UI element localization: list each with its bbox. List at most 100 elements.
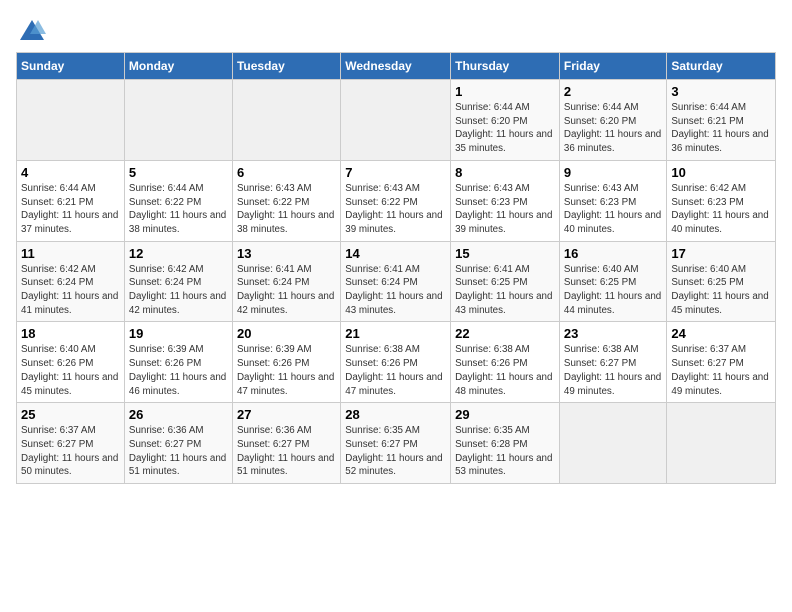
calendar-cell: 2 Sunrise: 6:44 AMSunset: 6:20 PMDaylight…: [559, 80, 666, 161]
day-info: Sunrise: 6:44 AMSunset: 6:22 PMDaylight:…: [129, 182, 228, 237]
day-info: Sunrise: 6:40 AMSunset: 6:25 PMDaylight:…: [671, 263, 771, 318]
calendar-cell: [559, 403, 666, 484]
day-info: Sunrise: 6:44 AMSunset: 6:20 PMDaylight:…: [564, 101, 662, 156]
calendar-cell: 13 Sunrise: 6:41 AMSunset: 6:24 PMDayligh…: [232, 241, 340, 322]
day-number: 7: [345, 165, 446, 180]
day-info: Sunrise: 6:44 AMSunset: 6:21 PMDaylight:…: [671, 101, 771, 156]
day-number: 18: [21, 326, 120, 341]
day-info: Sunrise: 6:42 AMSunset: 6:23 PMDaylight:…: [671, 182, 771, 237]
day-info: Sunrise: 6:41 AMSunset: 6:25 PMDaylight:…: [455, 263, 555, 318]
day-info: Sunrise: 6:42 AMSunset: 6:24 PMDaylight:…: [21, 263, 120, 318]
day-number: 16: [564, 246, 662, 261]
calendar-cell: 25 Sunrise: 6:37 AMSunset: 6:27 PMDayligh…: [17, 403, 125, 484]
day-number: 4: [21, 165, 120, 180]
day-number: 25: [21, 407, 120, 422]
calendar-cell: 17 Sunrise: 6:40 AMSunset: 6:25 PMDayligh…: [667, 241, 776, 322]
calendar-cell: 5 Sunrise: 6:44 AMSunset: 6:22 PMDaylight…: [124, 160, 232, 241]
col-header-friday: Friday: [559, 53, 666, 80]
calendar-cell: 18 Sunrise: 6:40 AMSunset: 6:26 PMDayligh…: [17, 322, 125, 403]
day-info: Sunrise: 6:43 AMSunset: 6:23 PMDaylight:…: [564, 182, 662, 237]
day-number: 14: [345, 246, 446, 261]
day-number: 29: [455, 407, 555, 422]
day-info: Sunrise: 6:37 AMSunset: 6:27 PMDaylight:…: [671, 343, 771, 398]
day-info: Sunrise: 6:43 AMSunset: 6:22 PMDaylight:…: [345, 182, 446, 237]
calendar-cell: 27 Sunrise: 6:36 AMSunset: 6:27 PMDayligh…: [232, 403, 340, 484]
day-number: 15: [455, 246, 555, 261]
calendar-week-row: 11 Sunrise: 6:42 AMSunset: 6:24 PMDayligh…: [17, 241, 776, 322]
day-number: 9: [564, 165, 662, 180]
calendar-cell: 6 Sunrise: 6:43 AMSunset: 6:22 PMDaylight…: [232, 160, 340, 241]
calendar-cell: 23 Sunrise: 6:38 AMSunset: 6:27 PMDayligh…: [559, 322, 666, 403]
col-header-sunday: Sunday: [17, 53, 125, 80]
calendar-cell: 8 Sunrise: 6:43 AMSunset: 6:23 PMDaylight…: [451, 160, 560, 241]
calendar-cell: 11 Sunrise: 6:42 AMSunset: 6:24 PMDayligh…: [17, 241, 125, 322]
logo: [16, 16, 46, 44]
day-info: Sunrise: 6:40 AMSunset: 6:26 PMDaylight:…: [21, 343, 120, 398]
calendar-cell: 21 Sunrise: 6:38 AMSunset: 6:26 PMDayligh…: [341, 322, 451, 403]
col-header-saturday: Saturday: [667, 53, 776, 80]
day-number: 21: [345, 326, 446, 341]
day-number: 12: [129, 246, 228, 261]
calendar-cell: 10 Sunrise: 6:42 AMSunset: 6:23 PMDayligh…: [667, 160, 776, 241]
day-info: Sunrise: 6:36 AMSunset: 6:27 PMDaylight:…: [129, 424, 228, 479]
day-number: 13: [237, 246, 336, 261]
day-info: Sunrise: 6:35 AMSunset: 6:27 PMDaylight:…: [345, 424, 446, 479]
calendar-cell: [17, 80, 125, 161]
day-info: Sunrise: 6:39 AMSunset: 6:26 PMDaylight:…: [129, 343, 228, 398]
day-info: Sunrise: 6:38 AMSunset: 6:26 PMDaylight:…: [345, 343, 446, 398]
calendar-week-row: 25 Sunrise: 6:37 AMSunset: 6:27 PMDayligh…: [17, 403, 776, 484]
day-number: 22: [455, 326, 555, 341]
day-info: Sunrise: 6:43 AMSunset: 6:22 PMDaylight:…: [237, 182, 336, 237]
day-info: Sunrise: 6:41 AMSunset: 6:24 PMDaylight:…: [345, 263, 446, 318]
page-header: [16, 16, 776, 44]
day-info: Sunrise: 6:35 AMSunset: 6:28 PMDaylight:…: [455, 424, 555, 479]
logo-icon: [18, 16, 46, 44]
calendar-cell: [341, 80, 451, 161]
calendar-cell: [667, 403, 776, 484]
day-info: Sunrise: 6:39 AMSunset: 6:26 PMDaylight:…: [237, 343, 336, 398]
col-header-thursday: Thursday: [451, 53, 560, 80]
day-number: 24: [671, 326, 771, 341]
day-info: Sunrise: 6:36 AMSunset: 6:27 PMDaylight:…: [237, 424, 336, 479]
calendar-cell: 29 Sunrise: 6:35 AMSunset: 6:28 PMDayligh…: [451, 403, 560, 484]
day-number: 28: [345, 407, 446, 422]
calendar-cell: 4 Sunrise: 6:44 AMSunset: 6:21 PMDaylight…: [17, 160, 125, 241]
calendar-cell: 19 Sunrise: 6:39 AMSunset: 6:26 PMDayligh…: [124, 322, 232, 403]
day-number: 23: [564, 326, 662, 341]
day-number: 27: [237, 407, 336, 422]
day-info: Sunrise: 6:43 AMSunset: 6:23 PMDaylight:…: [455, 182, 555, 237]
calendar-week-row: 18 Sunrise: 6:40 AMSunset: 6:26 PMDayligh…: [17, 322, 776, 403]
calendar-week-row: 4 Sunrise: 6:44 AMSunset: 6:21 PMDaylight…: [17, 160, 776, 241]
day-number: 17: [671, 246, 771, 261]
day-number: 5: [129, 165, 228, 180]
day-info: Sunrise: 6:37 AMSunset: 6:27 PMDaylight:…: [21, 424, 120, 479]
calendar-cell: 26 Sunrise: 6:36 AMSunset: 6:27 PMDayligh…: [124, 403, 232, 484]
day-info: Sunrise: 6:44 AMSunset: 6:20 PMDaylight:…: [455, 101, 555, 156]
day-number: 2: [564, 84, 662, 99]
day-info: Sunrise: 6:44 AMSunset: 6:21 PMDaylight:…: [21, 182, 120, 237]
day-number: 10: [671, 165, 771, 180]
day-info: Sunrise: 6:38 AMSunset: 6:26 PMDaylight:…: [455, 343, 555, 398]
day-number: 19: [129, 326, 228, 341]
calendar-week-row: 1 Sunrise: 6:44 AMSunset: 6:20 PMDaylight…: [17, 80, 776, 161]
calendar-header-row: SundayMondayTuesdayWednesdayThursdayFrid…: [17, 53, 776, 80]
day-number: 3: [671, 84, 771, 99]
calendar-cell: 1 Sunrise: 6:44 AMSunset: 6:20 PMDaylight…: [451, 80, 560, 161]
calendar-cell: 3 Sunrise: 6:44 AMSunset: 6:21 PMDaylight…: [667, 80, 776, 161]
calendar-cell: 12 Sunrise: 6:42 AMSunset: 6:24 PMDayligh…: [124, 241, 232, 322]
calendar-cell: [124, 80, 232, 161]
day-number: 26: [129, 407, 228, 422]
calendar-cell: 14 Sunrise: 6:41 AMSunset: 6:24 PMDayligh…: [341, 241, 451, 322]
col-header-monday: Monday: [124, 53, 232, 80]
day-info: Sunrise: 6:41 AMSunset: 6:24 PMDaylight:…: [237, 263, 336, 318]
calendar-cell: 28 Sunrise: 6:35 AMSunset: 6:27 PMDayligh…: [341, 403, 451, 484]
day-number: 11: [21, 246, 120, 261]
calendar-table: SundayMondayTuesdayWednesdayThursdayFrid…: [16, 52, 776, 484]
day-number: 1: [455, 84, 555, 99]
day-info: Sunrise: 6:38 AMSunset: 6:27 PMDaylight:…: [564, 343, 662, 398]
day-info: Sunrise: 6:42 AMSunset: 6:24 PMDaylight:…: [129, 263, 228, 318]
day-number: 8: [455, 165, 555, 180]
col-header-wednesday: Wednesday: [341, 53, 451, 80]
calendar-cell: 9 Sunrise: 6:43 AMSunset: 6:23 PMDaylight…: [559, 160, 666, 241]
day-number: 6: [237, 165, 336, 180]
